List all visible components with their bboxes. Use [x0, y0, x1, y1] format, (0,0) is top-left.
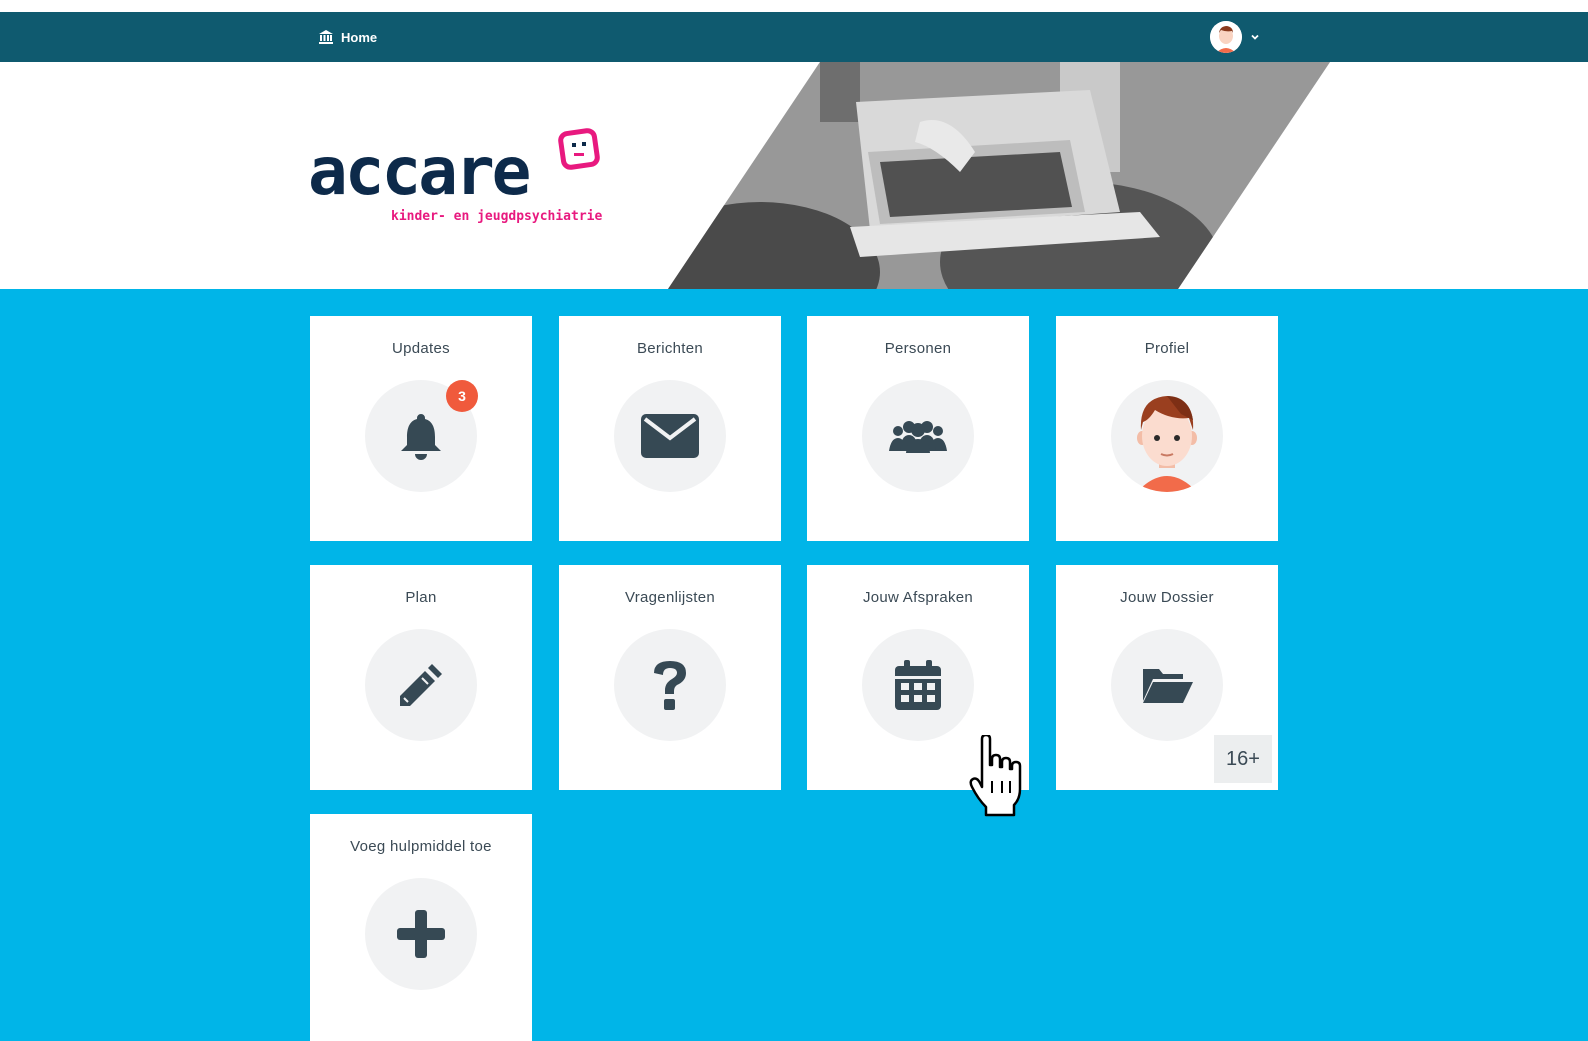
age-restriction-badge: 16+	[1214, 735, 1272, 783]
logo-tagline: kinder- en jeugdpsychiatrie	[391, 209, 603, 224]
building-icon	[319, 30, 333, 44]
tile-title: Profiel	[1144, 340, 1190, 357]
bell-icon	[401, 414, 441, 460]
tile-title: Voeg hulpmiddel toe	[350, 838, 492, 855]
logo-face-icon	[558, 128, 600, 170]
tile-title: Personen	[884, 340, 952, 357]
pencil-icon	[400, 664, 442, 706]
people-group-icon	[889, 421, 947, 453]
dashboard-area: Updates 3 Berichten Personen Profiel Pla…	[0, 289, 1588, 1041]
tile-berichten[interactable]: Berichten	[559, 316, 781, 541]
tile-personen[interactable]: Personen	[807, 316, 1029, 541]
tile-icon-circle	[365, 878, 477, 990]
top-nav-bar: Home	[0, 12, 1588, 62]
tile-icon-circle	[365, 629, 477, 741]
header-banner: accare kinder- en jeugdpsychiatrie	[0, 62, 1588, 289]
chevron-down-icon	[1251, 34, 1259, 40]
tile-icon-circle	[862, 629, 974, 741]
tile-title: Berichten	[636, 340, 704, 357]
tile-jouw-dossier[interactable]: Jouw Dossier 16+	[1056, 565, 1278, 790]
tile-title: Jouw Dossier	[1120, 589, 1214, 606]
envelope-icon	[641, 414, 699, 458]
tile-icon-circle	[1111, 380, 1223, 492]
tile-icon-circle	[862, 380, 974, 492]
accare-logo: accare kinder- en jeugdpsychiatrie	[308, 127, 608, 237]
tile-vragenlijsten[interactable]: Vragenlijsten	[559, 565, 781, 790]
question-icon	[654, 661, 686, 710]
avatar-icon	[1210, 21, 1242, 53]
home-link[interactable]: Home	[318, 27, 377, 47]
home-label: Home	[341, 29, 378, 45]
tile-icon-circle	[1111, 629, 1223, 741]
tile-voeg-hulpmiddel-toe[interactable]: Voeg hulpmiddel toe	[310, 814, 532, 1041]
tile-jouw-afspraken[interactable]: Jouw Afspraken	[807, 565, 1029, 790]
tile-icon-circle	[614, 380, 726, 492]
account-menu-button[interactable]	[1210, 20, 1260, 54]
logo-wordmark: accare	[308, 133, 531, 210]
tile-title: Jouw Afspraken	[862, 589, 974, 606]
tile-title: Updates	[392, 340, 450, 357]
tile-plan[interactable]: Plan	[310, 565, 532, 790]
profile-avatar-icon	[1137, 396, 1197, 492]
plus-icon	[397, 910, 445, 958]
banner-laptop-photo	[668, 62, 1330, 289]
tile-title: Plan	[405, 589, 437, 606]
tile-profiel[interactable]: Profiel	[1056, 316, 1278, 541]
notification-count-badge: 3	[446, 380, 478, 412]
tile-icon-circle	[614, 629, 726, 741]
calendar-icon	[895, 660, 941, 710]
folder-open-icon	[1143, 669, 1193, 703]
tile-title: Vragenlijsten	[624, 589, 716, 606]
tile-updates[interactable]: Updates 3	[310, 316, 532, 541]
